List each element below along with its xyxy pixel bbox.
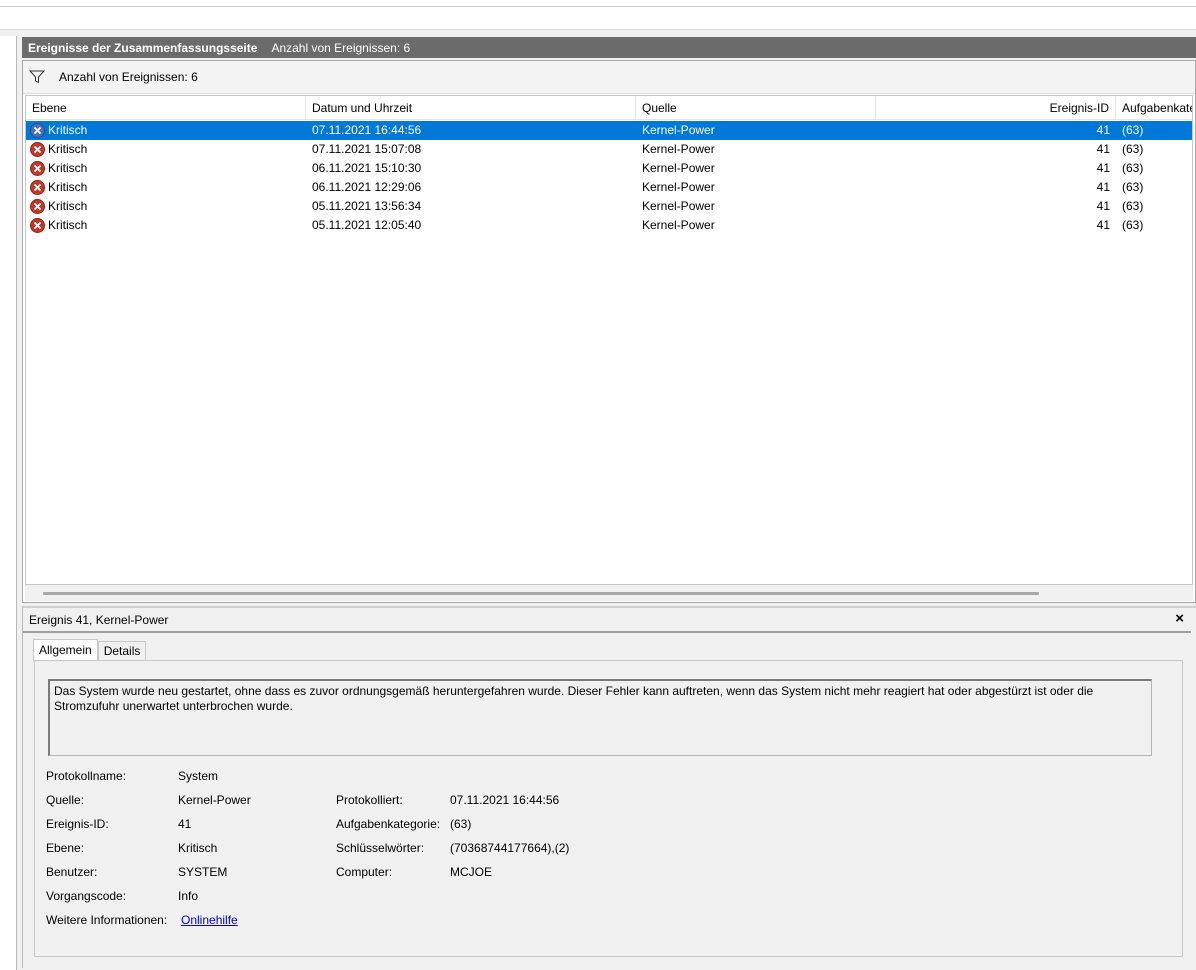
computer-label: Computer:	[336, 865, 393, 879]
logged-value: 07.11.2021 16:44:56	[450, 793, 560, 807]
funnel-icon[interactable]	[29, 70, 45, 84]
event-id-cell: 41	[1096, 161, 1110, 175]
table-header: Ebene Datum und Uhrzeit Quelle Ereignis-…	[26, 96, 1192, 120]
column-header-level[interactable]: Ebene	[26, 96, 306, 120]
event-id-value: 41	[178, 817, 192, 831]
level-cell: Kritisch	[26, 178, 306, 197]
tab-general[interactable]: Allgemein	[33, 639, 98, 662]
level-value: Kritisch	[178, 841, 218, 855]
event-id-cell: 41	[1096, 142, 1110, 156]
event-table: Ebene Datum und Uhrzeit Quelle Ereignis-…	[25, 95, 1193, 585]
header-title: Ereignisse der Zusammenfassungsseite	[28, 40, 258, 55]
datetime-cell: 05.11.2021 12:05:40	[312, 218, 422, 232]
summary-events-header: Ereignisse der Zusammenfassungsseite Anz…	[22, 37, 1196, 58]
header-event-count: Anzahl von Ereignissen: 6	[271, 40, 411, 55]
left-navigation-pane	[0, 36, 17, 970]
log-name-value: System	[178, 769, 219, 783]
datetime-cell: 05.11.2021 13:56:34	[312, 199, 422, 213]
detail-tabs: Allgemein Details	[33, 639, 147, 662]
level-text: Kritisch	[48, 123, 88, 137]
event-description[interactable]: Das System wurde neu gestartet, ohne das…	[48, 679, 1152, 756]
online-help-link[interactable]: Onlinehilfe	[181, 913, 238, 927]
close-icon[interactable]: ×	[1175, 610, 1184, 627]
log-name-label: Protokollname:	[46, 769, 127, 783]
datetime-cell: 06.11.2021 12:29:06	[312, 180, 422, 194]
table-row[interactable]: Kritisch 05.11.2021 13:56:34 Kernel-Powe…	[26, 197, 1192, 216]
level-text: Kritisch	[48, 180, 88, 194]
event-id-cell: 41	[1096, 180, 1110, 194]
task-category-label: Aufgabenkategorie:	[336, 817, 441, 831]
keywords-label: Schlüsselwörter:	[336, 841, 425, 855]
level-cell: Kritisch	[26, 159, 306, 178]
column-header-source[interactable]: Quelle	[636, 96, 876, 120]
level-label: Ebene:	[46, 841, 85, 855]
table-row[interactable]: Kritisch 07.11.2021 15:07:08 Kernel-Powe…	[26, 140, 1192, 159]
critical-error-icon	[30, 123, 45, 138]
category-cell: (63)	[1122, 199, 1144, 213]
level-text: Kritisch	[48, 199, 88, 213]
more-info-label: Weitere Informationen:	[46, 913, 168, 927]
detail-divider	[23, 631, 1191, 633]
level-cell: Kritisch	[26, 121, 306, 140]
table-row[interactable]: Kritisch 05.11.2021 12:05:40 Kernel-Powe…	[26, 216, 1192, 235]
tab-details[interactable]: Details	[97, 641, 147, 662]
opcode-value: Info	[178, 889, 199, 903]
datetime-cell: 07.11.2021 15:07:08	[312, 142, 422, 156]
category-cell: (63)	[1122, 218, 1144, 232]
level-text: Kritisch	[48, 218, 88, 232]
level-cell: Kritisch	[26, 197, 306, 216]
event-id-label: Ereignis-ID:	[46, 817, 109, 831]
event-id-cell: 41	[1096, 123, 1110, 137]
critical-error-icon	[30, 199, 45, 214]
horizontal-scrollbar[interactable]	[25, 585, 1193, 601]
detail-title: Ereignis 41, Kernel-Power	[29, 613, 169, 627]
event-id-cell: 41	[1096, 218, 1110, 232]
source-value: Kernel-Power	[178, 793, 251, 807]
filter-bar: Anzahl von Ereignissen: 6	[23, 61, 1195, 94]
source-cell: Kernel-Power	[642, 218, 715, 232]
category-cell: (63)	[1122, 142, 1144, 156]
table-row[interactable]: Kritisch 06.11.2021 12:29:06 Kernel-Powe…	[26, 178, 1192, 197]
event-list-pane: Anzahl von Ereignissen: 6 Ebene Datum un…	[22, 60, 1196, 603]
source-cell: Kernel-Power	[642, 142, 715, 156]
user-label: Benutzer:	[46, 865, 98, 879]
opcode-label: Vorgangscode:	[46, 889, 127, 903]
table-row[interactable]: Kritisch 06.11.2021 15:10:30 Kernel-Powe…	[26, 159, 1192, 178]
critical-error-icon	[30, 180, 45, 195]
toolbar-divider	[0, 6, 1196, 7]
category-cell: (63)	[1122, 161, 1144, 175]
source-cell: Kernel-Power	[642, 161, 715, 175]
column-header-datetime[interactable]: Datum und Uhrzeit	[306, 96, 636, 120]
general-tab-panel: Das System wurde neu gestartet, ohne das…	[34, 660, 1183, 957]
event-id-cell: 41	[1096, 199, 1110, 213]
logged-label: Protokolliert:	[336, 793, 403, 807]
source-label: Quelle:	[46, 793, 85, 807]
task-category-value: (63)	[450, 817, 472, 831]
datetime-cell: 06.11.2021 15:10:30	[312, 161, 422, 175]
source-cell: Kernel-Power	[642, 180, 715, 194]
column-header-task-category[interactable]: Aufgabenkategorie	[1116, 96, 1192, 120]
source-cell: Kernel-Power	[642, 199, 715, 213]
event-detail-pane: Ereignis 41, Kernel-Power × Allgemein De…	[22, 606, 1196, 968]
critical-error-icon	[30, 161, 45, 176]
table-rows: Kritisch 07.11.2021 16:44:56 Kernel-Powe…	[26, 121, 1192, 235]
top-toolbar	[0, 0, 1196, 30]
column-header-event-id[interactable]: Ereignis-ID	[876, 96, 1116, 120]
level-cell: Kritisch	[26, 140, 306, 159]
table-row[interactable]: Kritisch 07.11.2021 16:44:56 Kernel-Powe…	[26, 121, 1192, 140]
scrollbar-thumb[interactable]	[43, 592, 1039, 595]
datetime-cell: 07.11.2021 16:44:56	[312, 123, 422, 137]
category-cell: (63)	[1122, 180, 1144, 194]
user-value: SYSTEM	[178, 865, 228, 879]
level-text: Kritisch	[48, 161, 88, 175]
category-cell: (63)	[1122, 123, 1144, 137]
level-cell: Kritisch	[26, 216, 306, 235]
critical-error-icon	[30, 218, 45, 233]
level-text: Kritisch	[48, 142, 88, 156]
critical-error-icon	[30, 142, 45, 157]
computer-value: MCJOE	[450, 865, 492, 879]
keywords-value: (70368744177664),(2)	[450, 841, 570, 855]
filter-event-count: Anzahl von Ereignissen: 6	[59, 70, 198, 84]
source-cell: Kernel-Power	[642, 123, 715, 137]
